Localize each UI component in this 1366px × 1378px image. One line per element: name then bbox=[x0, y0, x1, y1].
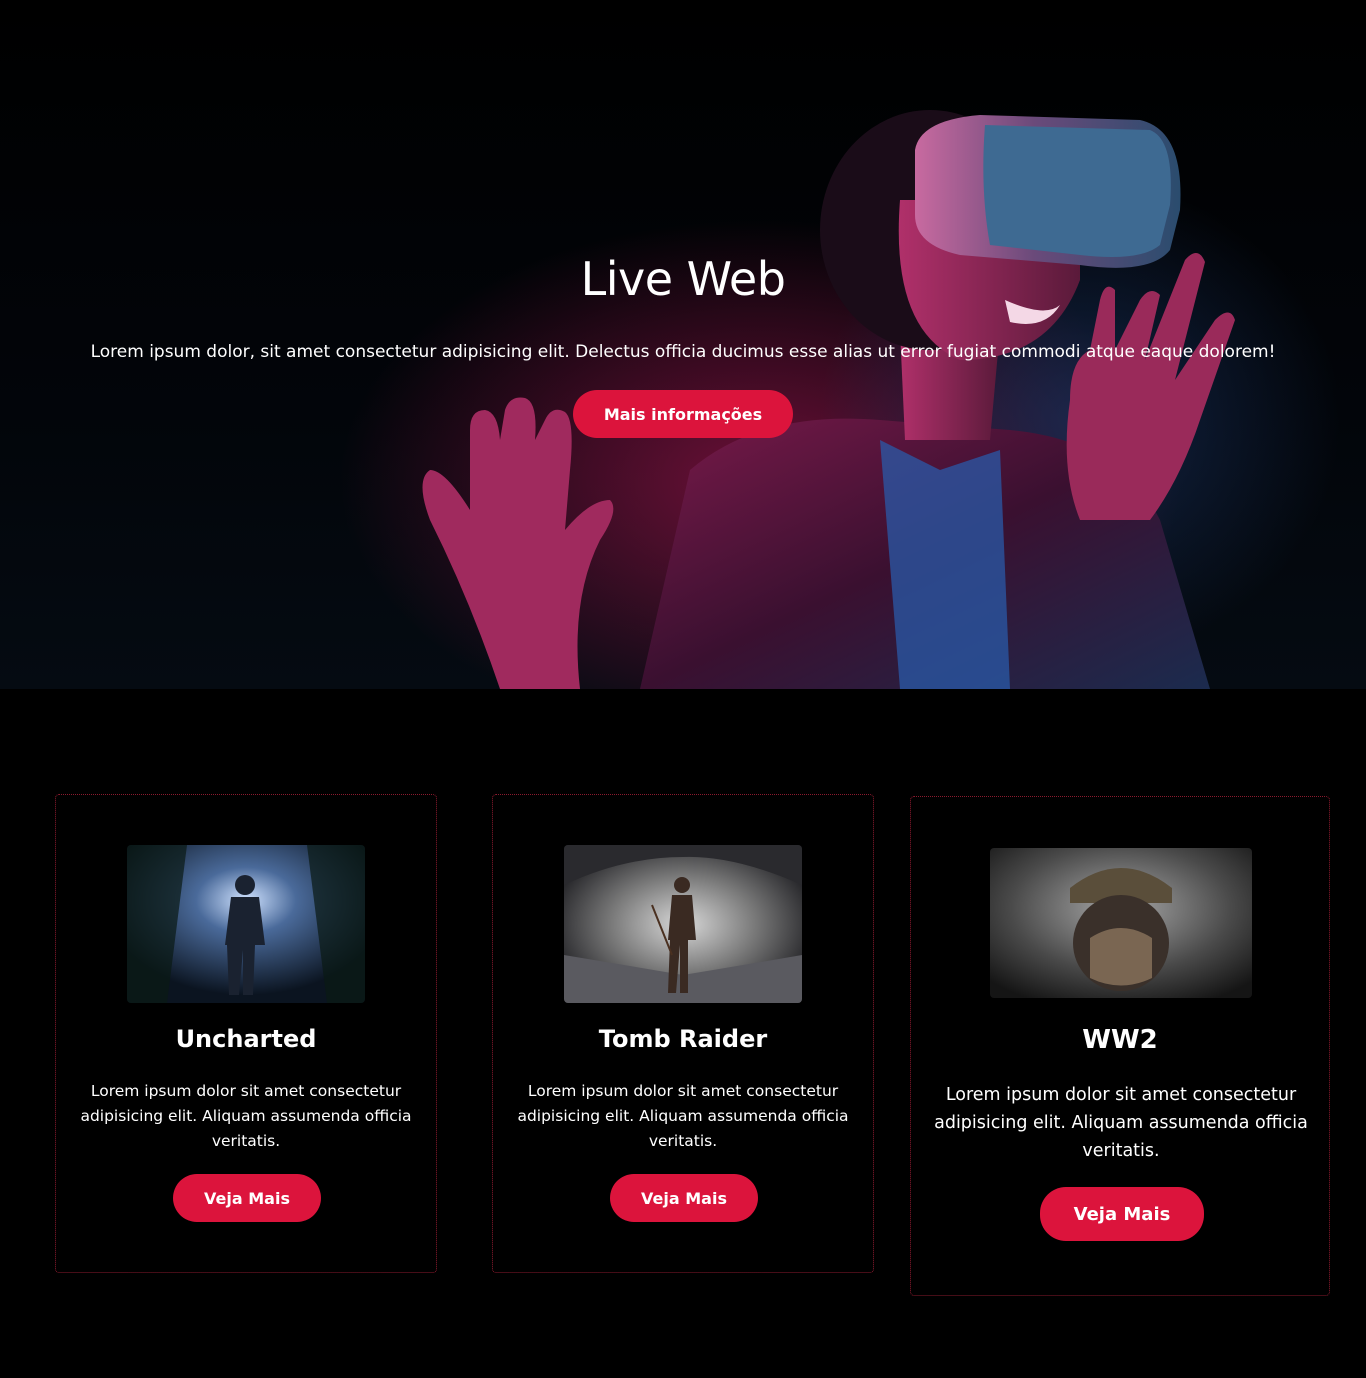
see-more-button[interactable]: Veja Mais bbox=[1040, 1187, 1204, 1241]
more-info-button[interactable]: Mais informações bbox=[573, 390, 793, 438]
hero-description: Lorem ipsum dolor, sit amet consectetur … bbox=[90, 342, 1276, 362]
game-card-tomb-raider: Tomb Raider Lorem ipsum dolor sit amet c… bbox=[492, 794, 874, 1273]
see-more-button[interactable]: Veja Mais bbox=[610, 1174, 758, 1222]
card-title: Uncharted bbox=[175, 1025, 317, 1053]
tomb-raider-cover-image bbox=[564, 845, 802, 1003]
ww2-cover-image bbox=[990, 848, 1252, 998]
card-description: Lorem ipsum dolor sit amet consectetur a… bbox=[80, 1082, 412, 1150]
uncharted-cover-image bbox=[127, 845, 365, 1003]
card-title: Tomb Raider bbox=[598, 1025, 768, 1053]
card-description: Lorem ipsum dolor sit amet consectetur a… bbox=[517, 1082, 849, 1150]
hero-section: Live Web Lorem ipsum dolor, sit amet con… bbox=[0, 0, 1366, 689]
game-card-ww2: WW2 Lorem ipsum dolor sit amet consectet… bbox=[910, 796, 1330, 1296]
card-description: Lorem ipsum dolor sit amet consectetur a… bbox=[934, 1085, 1308, 1161]
see-more-button[interactable]: Veja Mais bbox=[173, 1174, 321, 1222]
card-title: WW2 bbox=[1082, 1025, 1158, 1055]
hero-title: Live Web bbox=[580, 252, 786, 306]
game-card-uncharted: Uncharted Lorem ipsum dolor sit amet con… bbox=[55, 794, 437, 1273]
